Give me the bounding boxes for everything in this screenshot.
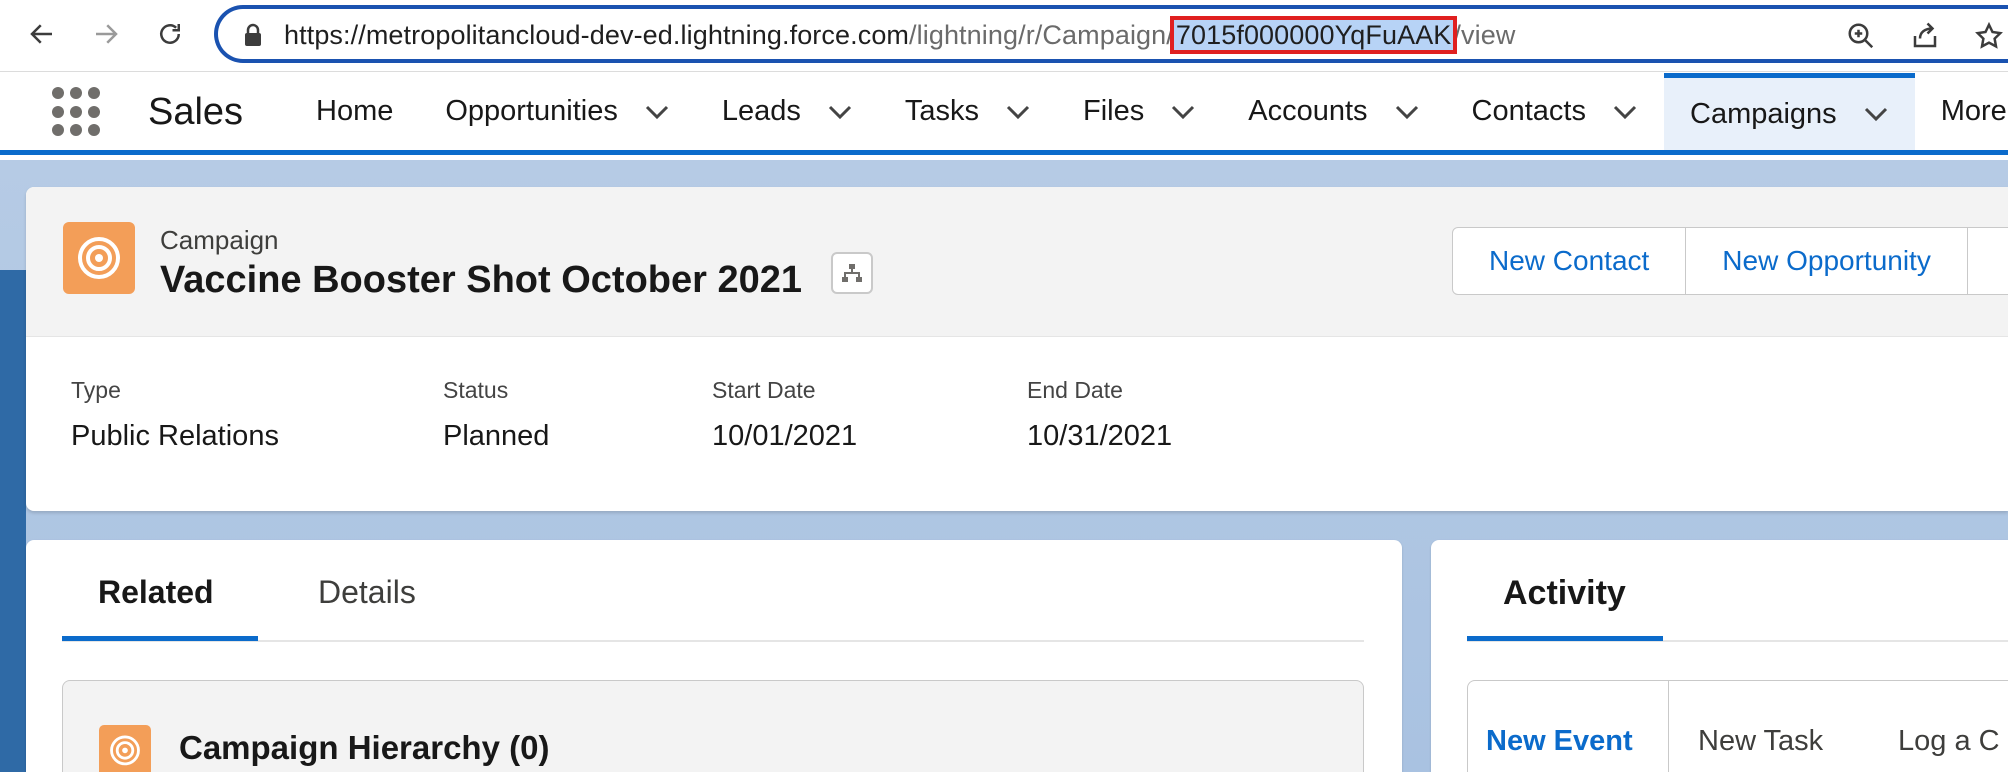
chevron-down-icon[interactable] <box>827 104 853 120</box>
url-highlight: 7015f000000YqFuAAK <box>1169 16 1458 54</box>
hierarchy-icon <box>842 264 862 282</box>
nav-tab-label: Tasks <box>904 95 980 127</box>
chevron-down-icon[interactable] <box>1863 106 1889 122</box>
nav-tab-leads[interactable]: Leads <box>696 73 879 150</box>
url-text[interactable]: https://metropolitancloud-dev-ed.lightni… <box>284 16 1515 54</box>
browser-toolbar: https://metropolitancloud-dev-ed.lightni… <box>0 0 2008 72</box>
nav-tab-label: Campaigns <box>1690 97 1837 130</box>
app-launcher-icon[interactable] <box>52 87 102 137</box>
nav-tab-label: Opportunities <box>445 95 618 127</box>
lock-icon <box>245 23 261 46</box>
nav-tab-files[interactable]: Files <box>1057 73 1222 150</box>
nav-tab-opportunities[interactable]: Opportunities <box>419 73 696 150</box>
chevron-down-icon[interactable] <box>1612 104 1638 120</box>
publisher-divider <box>1668 681 1669 772</box>
back-icon[interactable] <box>20 12 64 56</box>
chevron-down-icon[interactable] <box>1170 104 1196 120</box>
chevron-down-icon[interactable] <box>644 104 670 120</box>
nav-tab-label: Home <box>316 95 394 127</box>
zoom-icon[interactable] <box>1842 17 1880 55</box>
nav-tab-label: Contacts <box>1471 95 1586 127</box>
tab-related[interactable]: Related <box>98 574 214 611</box>
chevron-down-icon[interactable] <box>1005 104 1031 120</box>
nav-tab-label: Files <box>1083 95 1145 127</box>
reload-icon[interactable] <box>148 12 192 56</box>
nav-tab-contacts[interactable]: Contacts <box>1446 73 1664 150</box>
nav-tab-home[interactable]: Home <box>290 73 419 150</box>
share-icon[interactable] <box>1906 17 1944 55</box>
new-task-tab[interactable]: New Task <box>1698 725 1823 758</box>
field-type: Type Public Relations <box>71 377 279 452</box>
campaign-hierarchy-card: Campaign Hierarchy (0) <box>62 680 1364 772</box>
star-icon[interactable] <box>1970 17 2008 55</box>
nav-tab-label: Accounts <box>1248 95 1368 127</box>
nav-tab-accounts[interactable]: Accounts <box>1222 73 1445 150</box>
nav-tab-label: More <box>1940 95 2007 127</box>
new-contact-button[interactable]: New Contact <box>1452 227 1687 295</box>
activity-publisher: New Event New Task Log a C <box>1467 680 2008 772</box>
field-end-date: End Date 10/31/2021 <box>1027 377 1173 452</box>
nav-tab-more[interactable]: More <box>1915 73 2008 150</box>
field-status: Status Planned <box>443 377 550 452</box>
forward-icon[interactable] <box>84 12 128 56</box>
app-navigation: Sales Home Opportunities Leads Tasks Files Ac… <box>0 73 2008 155</box>
activity-tabs: Activity <box>1467 540 2008 642</box>
app-name: Sales <box>148 91 244 133</box>
log-a-call-tab[interactable]: Log a C <box>1898 725 2000 758</box>
record-highlights: Campaign Vaccine Booster Shot October 20… <box>26 187 2008 511</box>
tab-details[interactable]: Details <box>318 574 416 611</box>
record-tabs: Related Details <box>62 540 1364 642</box>
nav-tab-label: Leads <box>721 95 801 127</box>
object-label: Campaign <box>160 225 279 255</box>
more-actions-button[interactable] <box>1967 227 2008 295</box>
campaign-hierarchy-title[interactable]: Campaign Hierarchy (0) <box>179 729 549 767</box>
tab-activity[interactable]: Activity <box>1503 574 1626 613</box>
campaign-icon <box>99 725 151 772</box>
activity-panel: Activity New Event New Task Log a C <box>1431 540 2008 772</box>
active-tab-indicator <box>62 636 258 641</box>
highlights-header: Campaign Vaccine Booster Shot October 20… <box>26 187 2008 337</box>
activity-tab-indicator <box>1467 636 1663 641</box>
new-opportunity-button[interactable]: New Opportunity <box>1686 227 1968 295</box>
nav-tabs: Home Opportunities Leads Tasks Files Accounts… <box>290 73 2008 150</box>
chevron-down-icon[interactable] <box>1394 104 1420 120</box>
related-panel: Related Details Campaign Hierarchy (0) <box>26 540 1402 772</box>
view-hierarchy-button[interactable] <box>831 252 873 294</box>
address-bar[interactable]: https://metropolitancloud-dev-ed.lightni… <box>214 5 2008 63</box>
highlight-fields: Type Public Relations Status Planned Sta… <box>26 337 2008 511</box>
field-start-date: Start Date 10/01/2021 <box>712 377 858 452</box>
new-event-tab[interactable]: New Event <box>1486 725 1633 758</box>
campaign-icon <box>63 222 135 294</box>
nav-tab-tasks[interactable]: Tasks <box>879 73 1057 150</box>
nav-tab-campaigns[interactable]: Campaigns <box>1664 73 1915 150</box>
record-title: Vaccine Booster Shot October 2021 <box>160 259 803 301</box>
record-actions: New Contact New Opportunity <box>1452 227 2008 295</box>
